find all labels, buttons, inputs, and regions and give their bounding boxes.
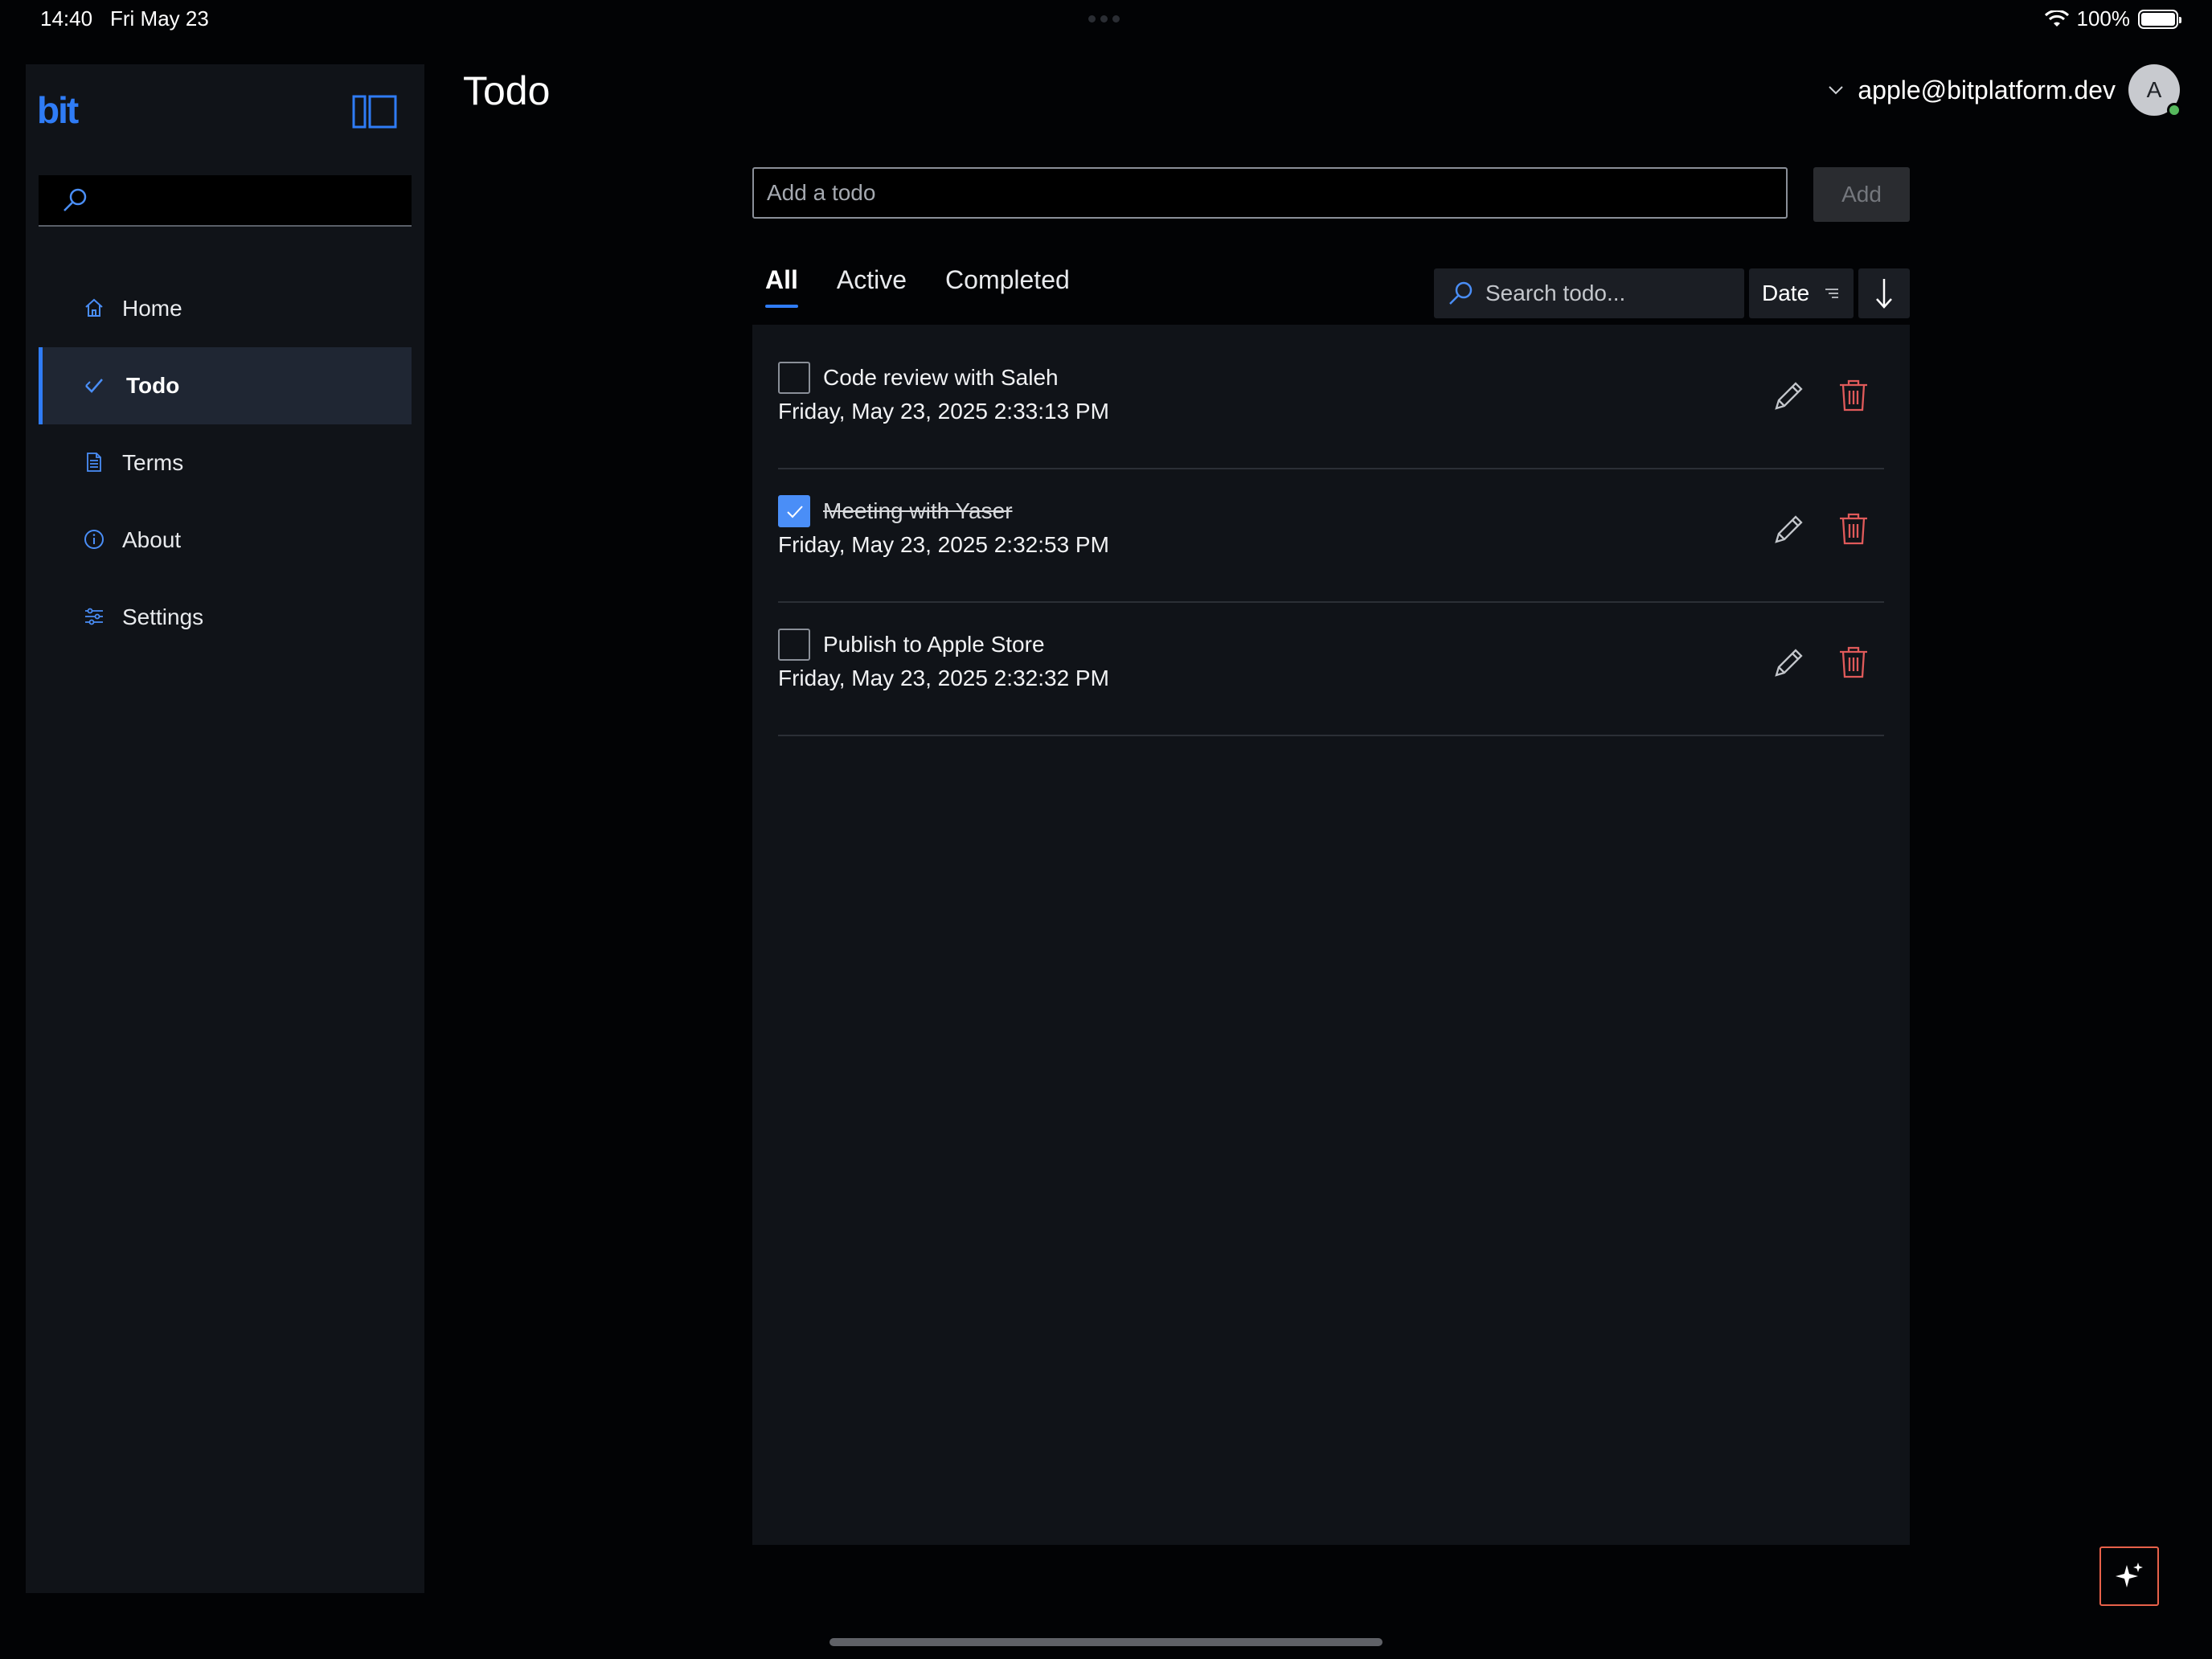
battery-percent: 100% — [2076, 6, 2131, 31]
todo-date: Friday, May 23, 2025 2:32:32 PM — [778, 666, 1109, 690]
todo-title: Code review with Saleh — [823, 365, 1059, 390]
search-icon — [63, 188, 87, 211]
document-icon — [87, 453, 101, 472]
sparkle-button[interactable] — [2099, 1546, 2159, 1606]
wifi-icon — [2044, 10, 2069, 27]
todo-search-input[interactable] — [1485, 281, 1727, 306]
sidebar-item-label: Todo — [126, 373, 180, 398]
status-time: 14:40 — [40, 6, 93, 31]
sort-direction-button[interactable] — [1858, 268, 1910, 318]
sidebar-item-settings[interactable]: Settings — [39, 579, 412, 656]
sidebar-item-todo[interactable]: Todo — [39, 347, 412, 424]
todo-search[interactable] — [1434, 268, 1744, 318]
sparkle-icon — [2116, 1563, 2143, 1587]
avatar[interactable]: A — [2128, 64, 2181, 117]
multitasking-dots[interactable] — [1088, 15, 1120, 23]
checkmark-icon — [85, 379, 103, 393]
sidebar-item-home[interactable]: Home — [39, 270, 412, 347]
todo-date: Friday, May 23, 2025 2:33:13 PM — [778, 399, 1109, 424]
page-title: Todo — [463, 68, 551, 113]
sliders-icon — [85, 608, 103, 625]
sidebar-item-terms[interactable]: Terms — [39, 424, 412, 502]
todo-title: Meeting with Yaser — [823, 498, 1013, 523]
todo-checkbox[interactable] — [778, 495, 810, 527]
checkmark-icon — [787, 506, 803, 518]
add-todo-input[interactable] — [752, 167, 1788, 219]
avatar-initial: A — [2146, 77, 2162, 102]
tab-all[interactable]: All — [765, 265, 798, 308]
app-root: 14:40 Fri May 23 100% bit Home Todo Term… — [0, 0, 2212, 1659]
sidebar: bit Home Todo Terms About Settings — [26, 64, 424, 1593]
user-menu[interactable]: apple@bitplatform.dev A — [1827, 64, 2181, 117]
status-date: Fri May 23 — [110, 6, 209, 31]
filter-tabs: All Active Completed — [765, 265, 1070, 308]
tab-completed[interactable]: Completed — [945, 265, 1070, 308]
todo-item: Code review with Saleh Friday, May 23, 2… — [778, 336, 1884, 469]
edit-icon[interactable] — [1772, 378, 1807, 413]
todo-title: Publish to Apple Store — [823, 632, 1045, 657]
sidebar-item-label: Settings — [122, 604, 204, 629]
sidebar-item-label: Home — [122, 296, 182, 321]
sort-field-select[interactable]: Date — [1749, 268, 1854, 318]
todo-item: Publish to Apple Store Friday, May 23, 2… — [778, 603, 1884, 736]
add-todo-button[interactable]: Add — [1813, 167, 1910, 222]
sidebar-item-label: About — [122, 527, 182, 552]
tab-active[interactable]: Active — [837, 265, 907, 308]
online-status-indicator — [2167, 103, 2181, 117]
sidebar-item-label: Terms — [122, 450, 184, 475]
sort-lines-icon — [1825, 289, 1839, 298]
todo-checkbox[interactable] — [778, 362, 810, 394]
sidebar-search-input[interactable] — [39, 175, 412, 227]
sidebar-nav: Home Todo Terms About Settings — [39, 270, 412, 656]
edit-icon[interactable] — [1772, 511, 1807, 547]
info-icon — [84, 530, 104, 549]
battery-icon — [2138, 9, 2181, 29]
home-icon — [85, 298, 103, 317]
arrow-down-icon — [1876, 279, 1892, 309]
todo-item: Meeting with Yaser Friday, May 23, 2025 … — [778, 469, 1884, 603]
user-email: apple@bitplatform.dev — [1858, 75, 2116, 104]
search-icon — [1449, 281, 1473, 305]
trash-icon[interactable] — [1837, 645, 1870, 680]
sort-field-label: Date — [1762, 281, 1810, 305]
sidebar-item-about[interactable]: About — [39, 502, 412, 579]
trash-icon[interactable] — [1837, 378, 1870, 413]
panel-toggle-icon[interactable] — [352, 95, 397, 129]
home-indicator[interactable] — [830, 1638, 1382, 1646]
todo-list: Code review with Saleh Friday, May 23, 2… — [752, 325, 1910, 1545]
todo-checkbox[interactable] — [778, 629, 810, 661]
trash-icon[interactable] — [1837, 511, 1870, 547]
todo-date: Friday, May 23, 2025 2:32:53 PM — [778, 532, 1109, 557]
bit-logo[interactable]: bit — [37, 88, 79, 132]
status-right: 100% — [2044, 6, 2181, 31]
edit-icon[interactable] — [1772, 645, 1807, 680]
chevron-down-icon — [1829, 86, 1844, 95]
